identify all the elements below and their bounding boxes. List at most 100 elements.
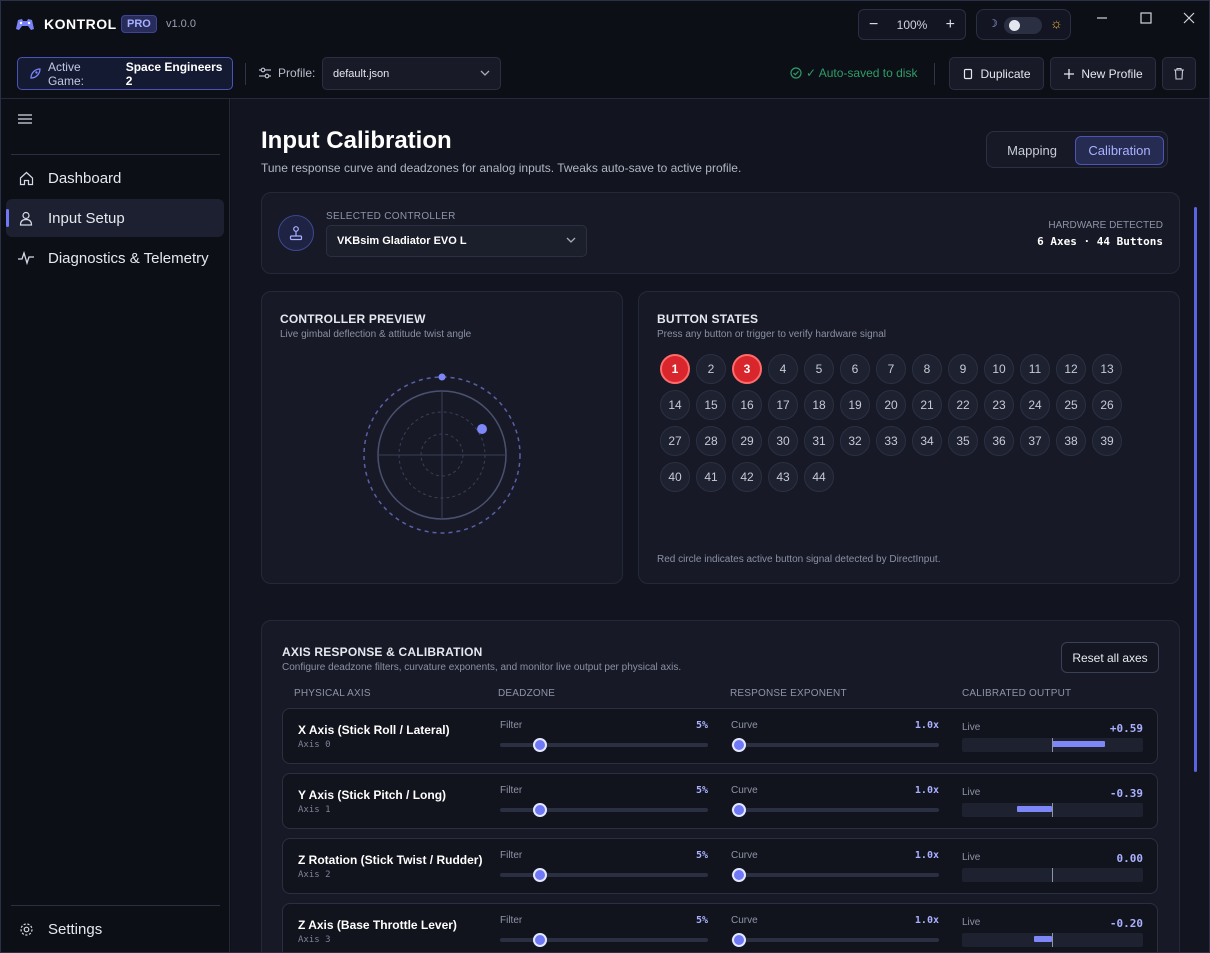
zoom-out-button[interactable]: − <box>869 16 878 34</box>
button-indicator-30: 30 <box>768 426 798 456</box>
curve-slider-thumb[interactable] <box>732 868 747 882</box>
profile-label: Profile: <box>278 66 316 80</box>
button-indicator-32: 32 <box>840 426 870 456</box>
maximize-button[interactable] <box>1131 7 1161 29</box>
curve-slider[interactable] <box>731 933 939 947</box>
chevron-down-icon <box>566 237 576 243</box>
column-header-physical-axis: PHYSICAL AXIS <box>294 688 371 699</box>
copy-icon <box>964 68 973 79</box>
controller-card: SELECTED CONTROLLER VKBsim Gladiator EVO… <box>261 192 1180 274</box>
button-indicator-25: 25 <box>1056 390 1086 420</box>
home-icon <box>18 170 34 186</box>
live-output-center <box>1052 868 1053 882</box>
trash-icon <box>1174 67 1184 80</box>
check-circle-icon <box>790 67 802 79</box>
curve-value: 1.0x <box>914 720 939 731</box>
sidebar-item-input-setup[interactable]: Input Setup <box>6 199 224 237</box>
button-indicator-29: 29 <box>732 426 762 456</box>
deadzone-value: 5% <box>695 850 708 861</box>
gimbal-visualizer <box>363 373 521 534</box>
deadzone-slider-thumb[interactable] <box>532 933 547 947</box>
deadzone-value: 5% <box>695 915 708 926</box>
button-indicator-34: 34 <box>912 426 942 456</box>
close-button[interactable] <box>1174 7 1204 29</box>
joystick-icon <box>278 215 314 251</box>
tab-mapping[interactable]: Mapping <box>992 136 1072 165</box>
axis-row: Z Axis (Base Throttle Lever) Axis 3 Filter… <box>282 903 1158 952</box>
sidebar-divider <box>11 154 220 155</box>
deadzone-slider-thumb[interactable] <box>532 868 547 882</box>
filter-label: Filter <box>500 785 523 796</box>
axis-index: Axis 1 <box>298 805 331 815</box>
controller-name: VKBsim Gladiator EVO L <box>337 235 467 247</box>
app-window: KONTROL PRO v1.0.0 − 100% + ☽ ☼ Active G… <box>0 0 1210 953</box>
live-output-value: +0.59 <box>1109 722 1143 735</box>
profile-select-value: default.json <box>333 68 390 80</box>
theme-toggle[interactable]: ☽ ☼ <box>976 9 1071 40</box>
button-indicator-7: 7 <box>876 354 906 384</box>
theme-switch-knob <box>1009 20 1020 31</box>
deadzone-slider[interactable] <box>500 803 708 817</box>
button-indicator-14: 14 <box>660 390 690 420</box>
button-states-card: BUTTON STATES Press any button or trigge… <box>638 291 1180 584</box>
curve-slider[interactable] <box>731 868 939 882</box>
sidebar-item-label: Diagnostics & Telemetry <box>48 249 209 267</box>
button-states-note: Red circle indicates active button signa… <box>657 554 941 565</box>
deadzone-slider-thumb[interactable] <box>532 803 547 817</box>
profile-select[interactable]: default.json <box>322 57 501 90</box>
live-label: Live <box>962 787 981 798</box>
button-indicator-17: 17 <box>768 390 798 420</box>
tab-calibration[interactable]: Calibration <box>1075 136 1164 165</box>
minimize-button[interactable] <box>1087 7 1117 29</box>
live-output-center <box>1052 738 1053 752</box>
sidebar: Dashboard Input Setup Diagnostics & Tele… <box>1 99 230 952</box>
active-game-label: Active Game: <box>47 59 84 88</box>
curve-slider-thumb[interactable] <box>732 738 747 752</box>
theme-switch[interactable] <box>1004 17 1042 34</box>
axes-title: AXIS RESPONSE & CALIBRATION <box>282 645 483 659</box>
sidebar-item-settings[interactable]: Settings <box>6 910 224 948</box>
controller-select[interactable]: VKBsim Gladiator EVO L <box>326 225 587 257</box>
deadzone-slider-thumb[interactable] <box>532 738 547 752</box>
button-indicator-33: 33 <box>876 426 906 456</box>
active-game-chip[interactable]: Active Game: Space Engineers 2 <box>17 57 233 90</box>
reset-all-axes-button[interactable]: Reset all axes <box>1061 642 1159 673</box>
sidebar-item-dashboard[interactable]: Dashboard <box>6 159 224 197</box>
moon-icon: ☽ <box>988 18 998 30</box>
button-indicator-26: 26 <box>1092 390 1122 420</box>
button-indicator-10: 10 <box>984 354 1014 384</box>
sidebar-item-diagnostics[interactable]: Diagnostics & Telemetry <box>6 239 224 277</box>
live-output-value: -0.20 <box>1109 917 1143 930</box>
button-indicator-41: 41 <box>696 462 726 492</box>
curve-slider-thumb[interactable] <box>732 803 747 817</box>
curve-slider[interactable] <box>731 738 939 752</box>
delete-profile-button[interactable] <box>1162 57 1196 90</box>
button-states-subtitle: Press any button or trigger to verify ha… <box>657 329 886 340</box>
button-indicator-6: 6 <box>840 354 870 384</box>
deadzone-slider[interactable] <box>500 868 708 882</box>
zoom-in-button[interactable]: + <box>946 16 955 34</box>
axis-index: Axis 0 <box>298 740 331 750</box>
duplicate-button[interactable]: Duplicate <box>949 57 1044 90</box>
curve-slider-thumb[interactable] <box>732 933 747 947</box>
sidebar-item-label: Settings <box>48 920 103 938</box>
deadzone-slider[interactable] <box>500 933 708 947</box>
button-indicator-21: 21 <box>912 390 942 420</box>
autosave-status: ✓ Auto-saved to disk <box>790 66 917 80</box>
menu-toggle-button[interactable] <box>18 112 32 130</box>
button-indicator-19: 19 <box>840 390 870 420</box>
toolbar: Active Game: Space Engineers 2 Profile: … <box>1 48 1209 99</box>
deadzone-slider[interactable] <box>500 738 708 752</box>
filter-label: Filter <box>500 850 523 861</box>
button-indicator-27: 27 <box>660 426 690 456</box>
button-indicator-22: 22 <box>948 390 978 420</box>
main-scrollbar[interactable] <box>1194 207 1197 772</box>
app-name: KONTROL <box>44 16 117 32</box>
filter-label: Filter <box>500 915 523 926</box>
button-indicator-44: 44 <box>804 462 834 492</box>
duplicate-label: Duplicate <box>980 66 1031 81</box>
new-profile-button[interactable]: New Profile <box>1050 57 1156 90</box>
curve-slider[interactable] <box>731 803 939 817</box>
sidebar-item-label: Input Setup <box>48 209 125 227</box>
title-bar: KONTROL PRO v1.0.0 − 100% + ☽ ☼ <box>1 1 1209 48</box>
